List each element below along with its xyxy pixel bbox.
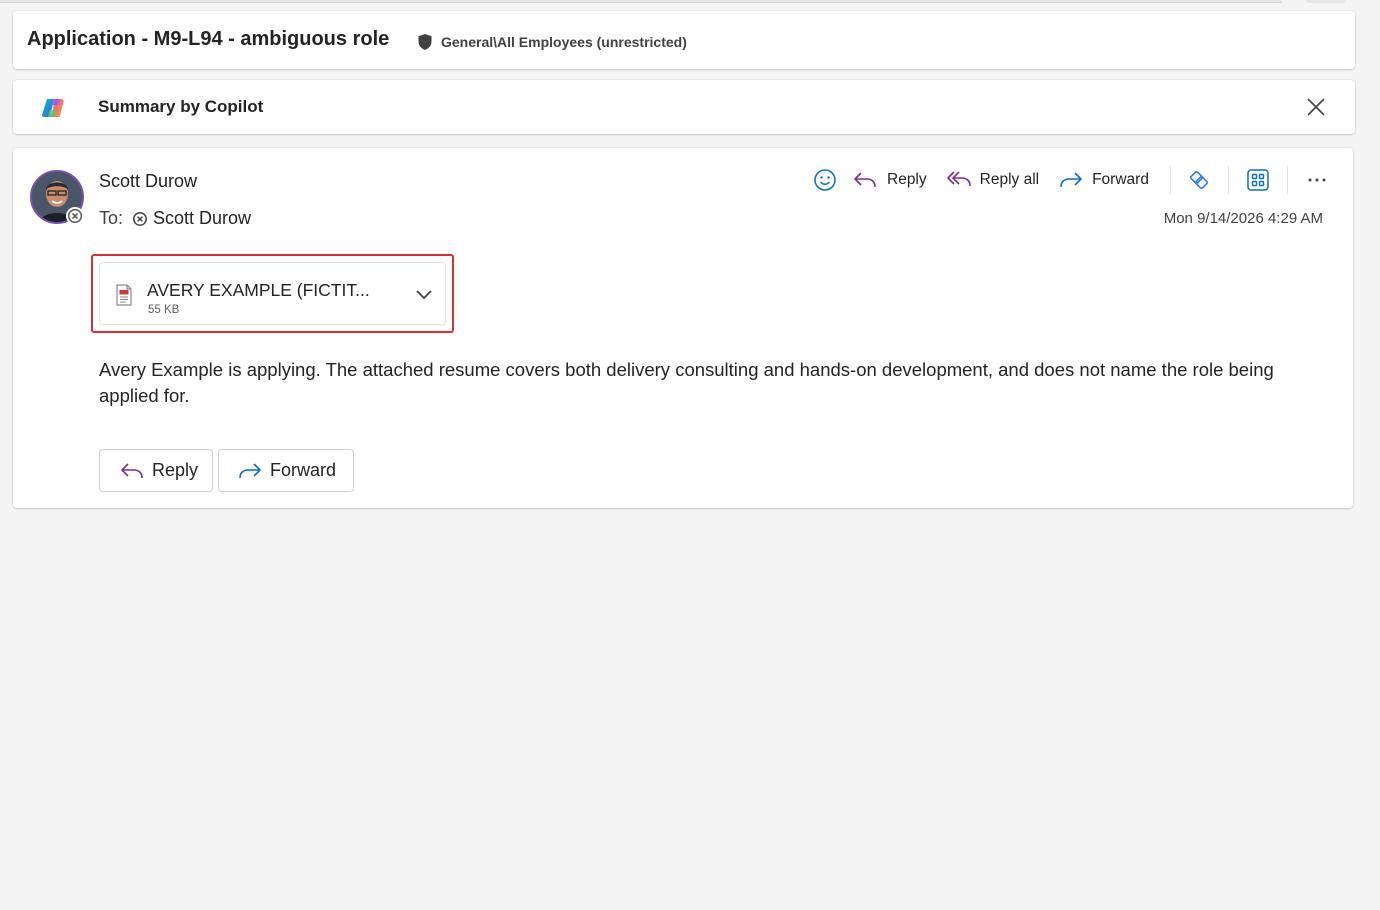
sender-name[interactable]: Scott Durow bbox=[99, 171, 197, 192]
footer-forward-label: Forward bbox=[270, 460, 337, 480]
recipient-presence-icon bbox=[133, 211, 147, 226]
attachment-card[interactable]: AVERY EXAMPLE (FICTIT... 55 KB bbox=[99, 262, 446, 325]
emoji-icon bbox=[814, 169, 836, 191]
loop-icon bbox=[1189, 170, 1208, 190]
presence-offline-icon bbox=[66, 207, 84, 225]
apps-icon bbox=[1247, 169, 1269, 191]
attachment-size: 55 KB bbox=[148, 304, 180, 316]
footer-forward-button[interactable]: Forward bbox=[218, 449, 354, 492]
toolbar-divider bbox=[1286, 166, 1288, 194]
more-icon bbox=[1308, 178, 1326, 182]
attachment-name: AVERY EXAMPLE (FICTIT... bbox=[147, 280, 370, 300]
subject-card: Application - M9-L94 - ambiguous role Ge… bbox=[13, 11, 1355, 69]
message-card: Scott Durow To: Scott Durow Reply Reply … bbox=[13, 148, 1353, 508]
to-label: To: bbox=[99, 208, 124, 228]
message-body: Avery Example is applying. The attached … bbox=[99, 359, 1274, 406]
footer-reply-label: Reply bbox=[152, 460, 199, 480]
forward-icon bbox=[1060, 172, 1082, 188]
apps-button[interactable] bbox=[1247, 165, 1269, 195]
close-button[interactable] bbox=[1305, 96, 1327, 118]
forward-icon bbox=[239, 462, 261, 478]
message-timestamp: Mon 9/14/2026 4:29 AM bbox=[1163, 210, 1323, 227]
copilot-summary-card[interactable]: Summary by Copilot bbox=[13, 80, 1355, 134]
copilot-summary-label: Summary by Copilot bbox=[98, 97, 264, 116]
forward-label: Forward bbox=[1092, 171, 1149, 188]
reply-all-label: Reply all bbox=[979, 171, 1040, 188]
more-actions-button[interactable] bbox=[1306, 165, 1328, 195]
sensitivity-label[interactable]: General\All Employees (unrestricted) bbox=[417, 33, 687, 51]
toolbar-divider bbox=[1227, 166, 1229, 194]
loop-button[interactable] bbox=[1187, 165, 1211, 195]
forward-button[interactable]: Forward bbox=[1059, 165, 1149, 195]
top-strip bbox=[0, 0, 1282, 3]
reply-icon bbox=[121, 462, 143, 478]
subject-title: Application - M9-L94 - ambiguous role bbox=[27, 28, 390, 50]
message-toolbar: Reply Reply all Forward bbox=[813, 165, 1328, 195]
reply-all-button[interactable]: Reply all bbox=[946, 165, 1040, 195]
to-line: To: Scott Durow bbox=[99, 208, 251, 229]
pdf-file-icon bbox=[116, 284, 132, 306]
top-corner bbox=[1306, 0, 1346, 3]
reply-label: Reply bbox=[887, 171, 927, 188]
emoji-button[interactable] bbox=[813, 165, 837, 195]
footer-reply-button[interactable]: Reply bbox=[99, 449, 213, 492]
copilot-logo-icon bbox=[41, 96, 69, 125]
shield-icon bbox=[418, 34, 432, 50]
toolbar-divider bbox=[1169, 166, 1171, 194]
recipient-name[interactable]: Scott Durow bbox=[153, 208, 251, 229]
close-icon bbox=[1307, 98, 1325, 116]
chevron-down-icon[interactable] bbox=[415, 288, 433, 300]
sensitivity-text: General\All Employees (unrestricted) bbox=[441, 34, 687, 50]
reply-all-icon bbox=[946, 171, 971, 187]
reply-icon bbox=[854, 172, 876, 188]
reply-button[interactable]: Reply bbox=[853, 165, 927, 195]
